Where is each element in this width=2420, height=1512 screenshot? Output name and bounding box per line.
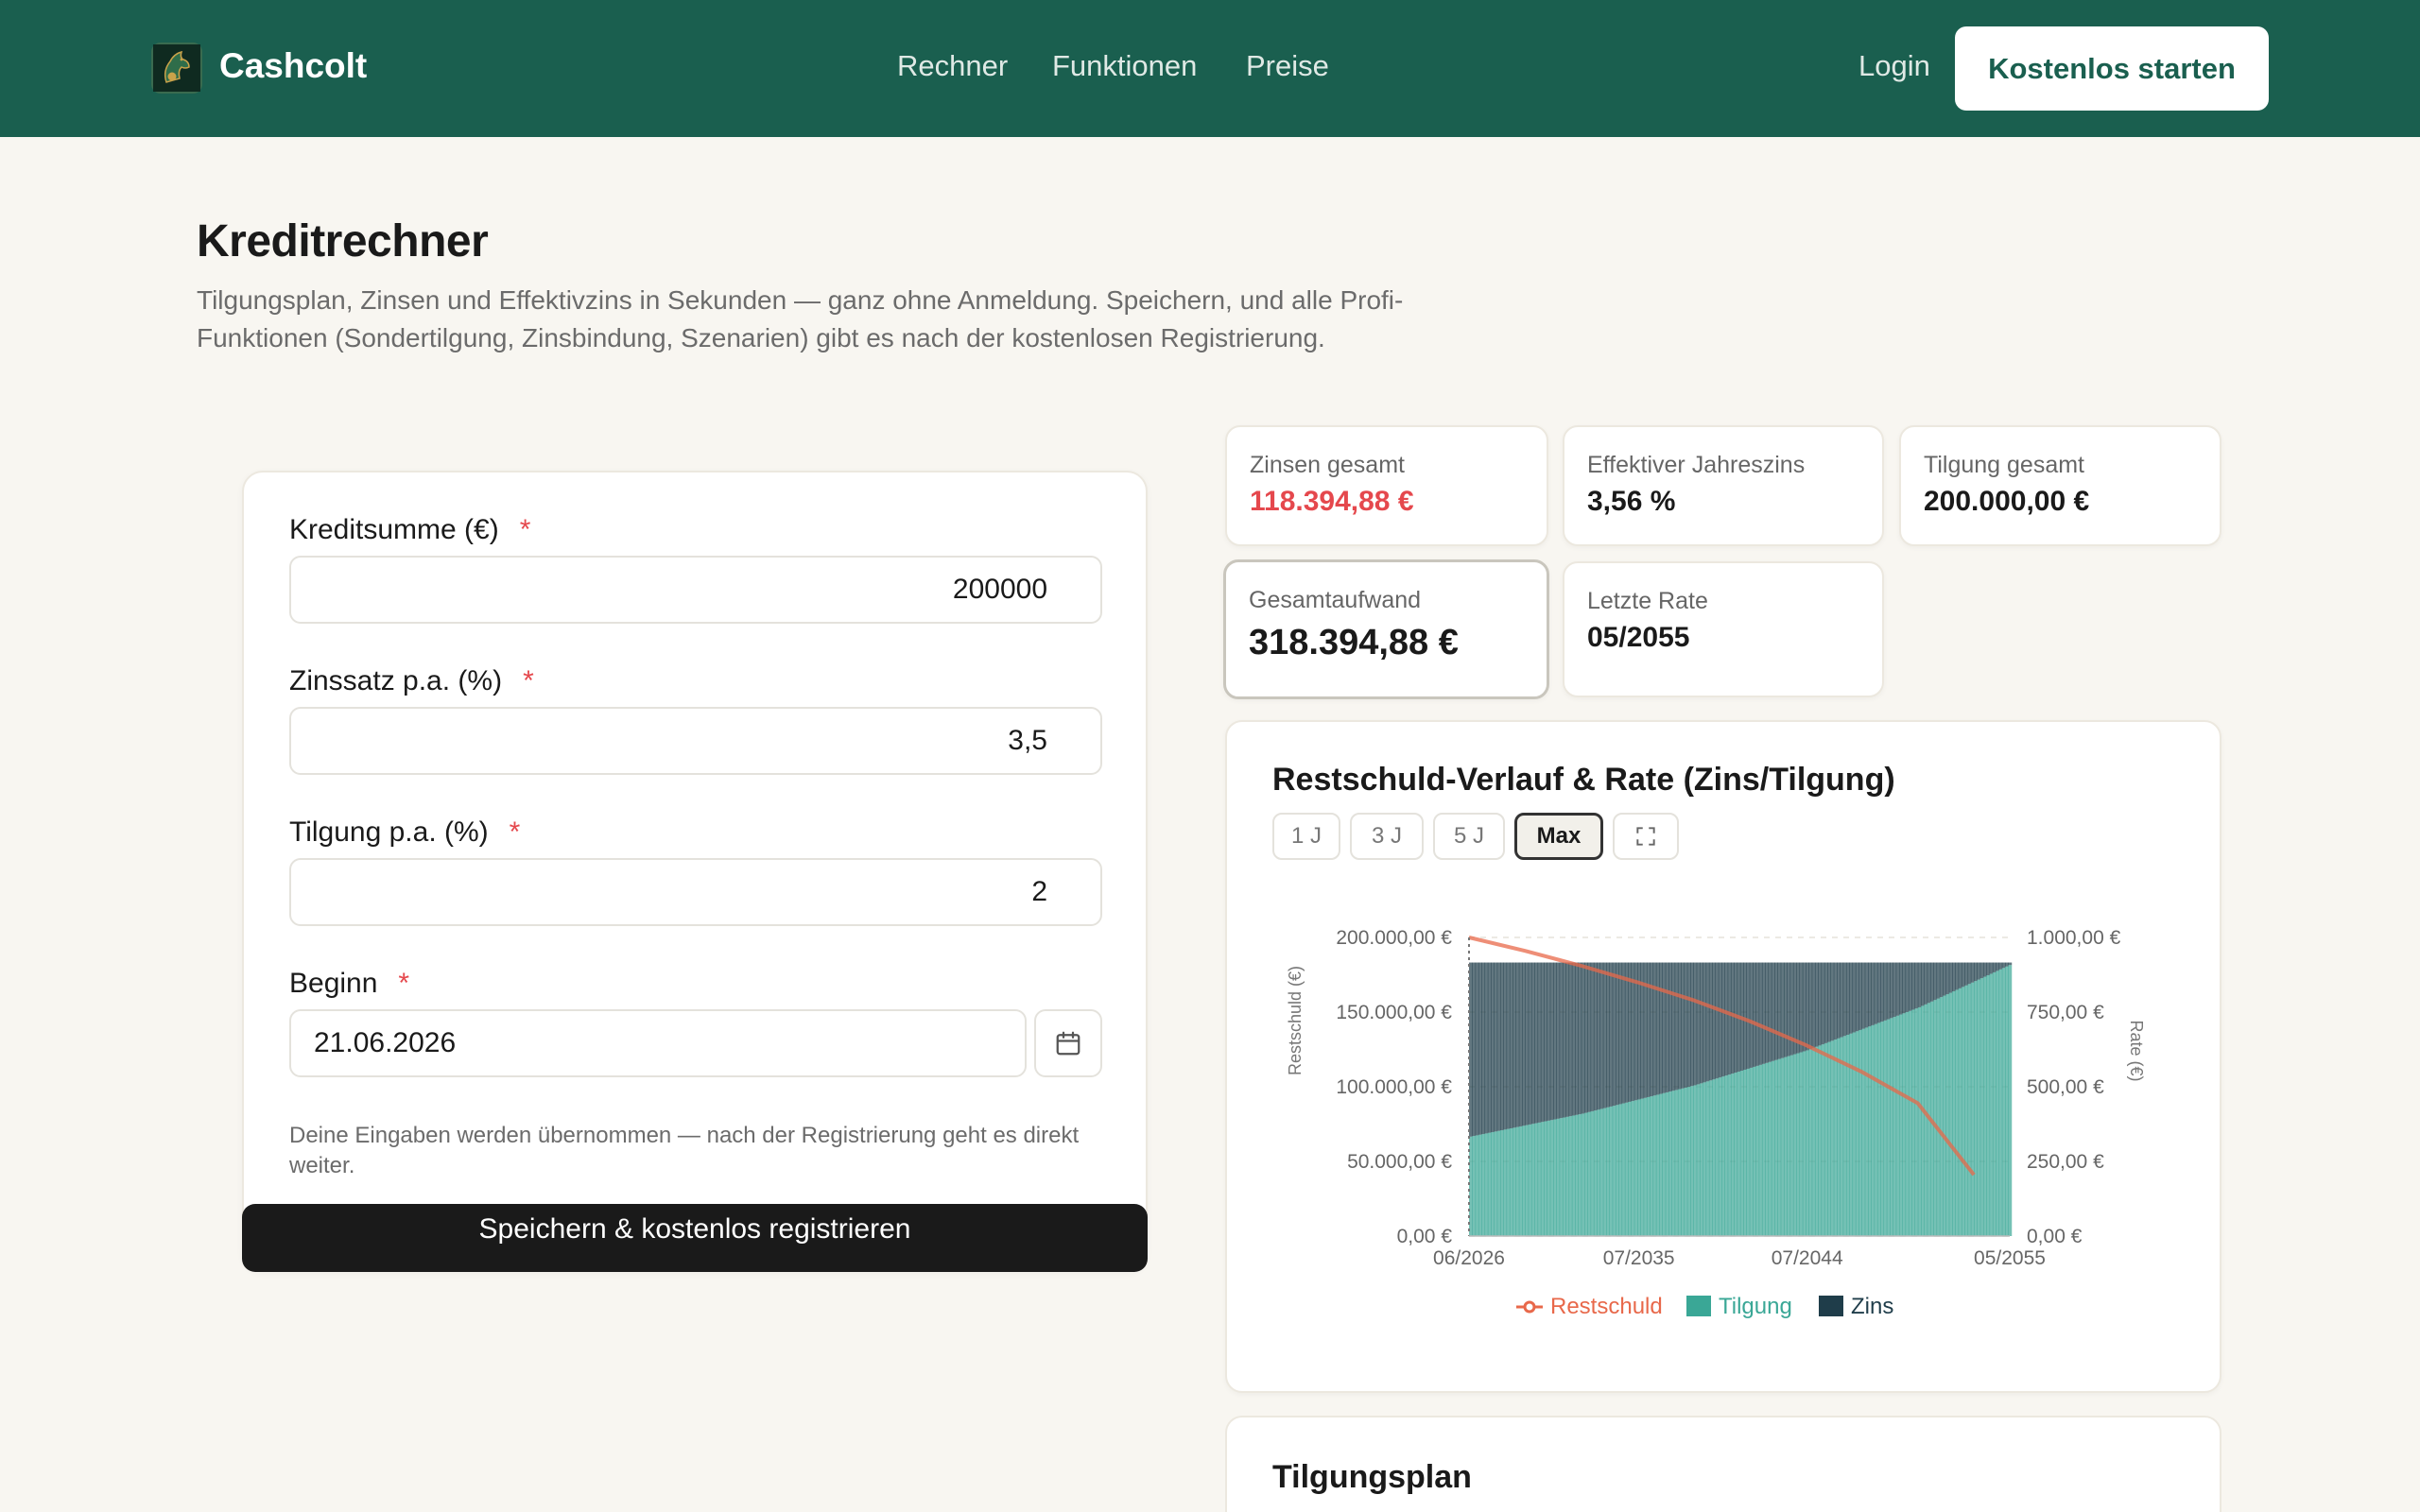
y-right-tick-label: 0,00 € xyxy=(2027,1226,2083,1247)
y-left-tick-label: 0,00 € xyxy=(1397,1226,1453,1247)
stat-label: Tilgung gesamt xyxy=(1924,452,2084,478)
repayment-rate-input[interactable]: 2 xyxy=(289,858,1102,926)
login-link[interactable]: Login xyxy=(1858,49,1930,83)
top-navbar: Cashcolt Rechner Funktionen Preise Login… xyxy=(0,0,2420,137)
range-3y-button[interactable]: 3 J xyxy=(1350,813,1424,860)
page-title: Kreditrechner xyxy=(197,216,489,266)
stat-label: Zinsen gesamt xyxy=(1250,452,1405,478)
range-5y-button[interactable]: 5 J xyxy=(1433,813,1505,860)
y-right-tick-label: 1.000,00 € xyxy=(2027,927,2121,949)
stat-value: 05/2055 xyxy=(1587,622,1690,653)
start-free-button[interactable]: Kostenlos starten xyxy=(1955,26,2269,111)
nav-preise[interactable]: Preise xyxy=(1246,49,1329,83)
stat-total-interest: Zinsen gesamt 118.394,88 € xyxy=(1225,425,1548,546)
x-tick-label: 07/2044 xyxy=(1772,1247,1843,1269)
brand-name[interactable]: Cashcolt xyxy=(219,46,367,86)
start-date-input[interactable]: 21.06.2026 xyxy=(289,1009,1027,1077)
stat-value: 118.394,88 € xyxy=(1250,486,1414,517)
brand-logo-icon[interactable] xyxy=(151,43,202,94)
stat-total-repayment: Tilgung gesamt 200.000,00 € xyxy=(1899,425,2221,546)
stat-total-cost: Gesamtaufwand 318.394,88 € xyxy=(1223,559,1549,699)
interest-rate-label: Zinssatz p.a. (%) * xyxy=(289,665,534,696)
y-left-tick-label: 200.000,00 € xyxy=(1336,927,1452,949)
y-right-axis-title: Rate (€) xyxy=(2127,1020,2146,1081)
save-register-button[interactable]: Speichern & kostenlos registrieren xyxy=(242,1204,1148,1272)
start-date-label: Beginn * xyxy=(289,968,410,999)
tilgung-bar xyxy=(2008,965,2013,1236)
zins-bar xyxy=(2008,962,2013,966)
form-hint: Deine Eingaben werden übernommen — nach … xyxy=(289,1123,1080,1178)
fullscreen-button[interactable] xyxy=(1613,813,1679,860)
fullscreen-icon xyxy=(1636,827,1655,846)
legend-zins-swatch xyxy=(1819,1296,1843,1316)
y-left-tick-label: 50.000,00 € xyxy=(1347,1151,1452,1173)
stat-label: Effektiver Jahreszins xyxy=(1587,452,1806,478)
legend-tilgung-swatch xyxy=(1686,1296,1711,1316)
range-1y-button[interactable]: 1 J xyxy=(1272,813,1340,860)
legend-tilgung-label: Tilgung xyxy=(1719,1294,1792,1319)
stat-value: 318.394,88 € xyxy=(1249,623,1459,662)
x-tick-label: 05/2055 xyxy=(1974,1247,2046,1269)
x-tick-label: 07/2035 xyxy=(1603,1247,1675,1269)
y-left-tick-label: 150.000,00 € xyxy=(1336,1002,1452,1023)
stat-label: Gesamtaufwand xyxy=(1249,587,1422,613)
x-tick-label: 06/2026 xyxy=(1433,1247,1505,1269)
nav-funktionen[interactable]: Funktionen xyxy=(1052,49,1197,83)
repayment-plan-title: Tilgungsplan xyxy=(1272,1459,1472,1495)
range-max-button[interactable]: Max xyxy=(1514,813,1603,860)
y-left-axis-title: Restschuld (€) xyxy=(1286,966,1305,1075)
loan-chart[interactable]: 200.000,00 € 150.000,00 € 100.000,00 € 50.0… xyxy=(1225,888,2221,1361)
y-right-tick-label: 250,00 € xyxy=(2027,1151,2104,1173)
loan-amount-label: Kreditsumme (€) * xyxy=(289,514,531,545)
stat-value: 3,56 % xyxy=(1587,486,1676,517)
y-left-tick-label: 100.000,00 € xyxy=(1336,1076,1452,1098)
chart-title: Restschuld-Verlauf & Rate (Zins/Tilgung) xyxy=(1272,762,1895,798)
stat-effective-rate: Effektiver Jahreszins 3,56 % xyxy=(1563,425,1884,546)
repayment-rate-label: Tilgung p.a. (%) * xyxy=(289,816,521,848)
legend-restschuld-label: Restschuld xyxy=(1550,1294,1663,1319)
y-right-tick-label: 750,00 € xyxy=(2027,1002,2104,1023)
loan-amount-input[interactable]: 200000 xyxy=(289,556,1102,624)
legend-zins-label: Zins xyxy=(1851,1294,1893,1319)
interest-rate-input[interactable]: 3,5 xyxy=(289,707,1102,775)
stat-last-payment: Letzte Rate 05/2055 xyxy=(1563,561,1884,697)
stat-label: Letzte Rate xyxy=(1587,588,1708,614)
page-description: Tilgungsplan, Zinsen und Effektivzins in… xyxy=(197,285,1404,352)
date-picker-button[interactable] xyxy=(1034,1009,1102,1077)
legend-restschuld-marker xyxy=(1523,1300,1536,1314)
nav-rechner[interactable]: Rechner xyxy=(897,49,1008,83)
stat-value: 200.000,00 € xyxy=(1924,486,2090,517)
y-right-tick-label: 500,00 € xyxy=(2027,1076,2104,1098)
calendar-icon xyxy=(1056,1031,1080,1056)
